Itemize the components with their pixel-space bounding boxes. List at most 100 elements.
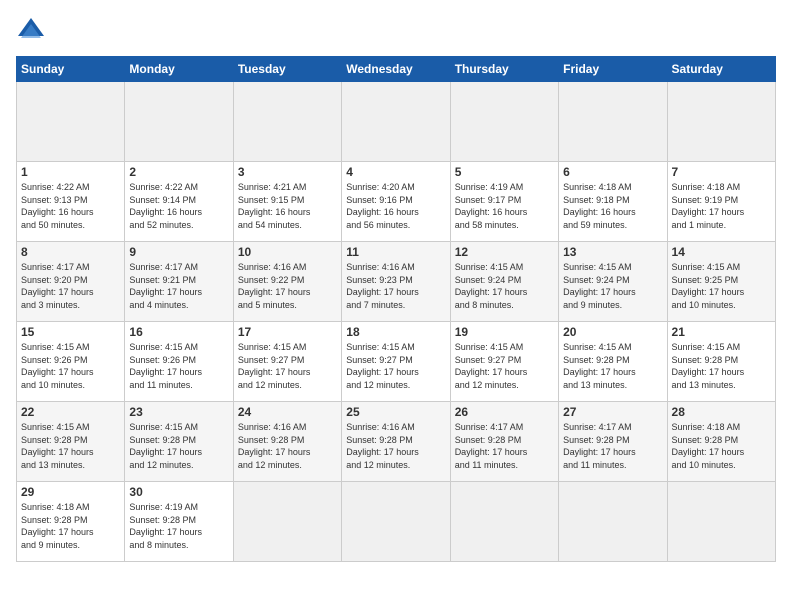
table-row [667,82,775,162]
day-info: Sunrise: 4:15 AM Sunset: 9:28 PM Dayligh… [563,341,662,391]
day-info: Sunrise: 4:17 AM Sunset: 9:21 PM Dayligh… [129,261,228,311]
day-number: 17 [238,325,337,339]
table-row: 19 Sunrise: 4:15 AM Sunset: 9:27 PM Dayli… [450,322,558,402]
day-info: Sunrise: 4:21 AM Sunset: 9:15 PM Dayligh… [238,181,337,231]
day-number: 4 [346,165,445,179]
logo-icon [16,16,46,46]
table-row: 6Sunrise: 4:18 AM Sunset: 9:18 PM Daylig… [559,162,667,242]
day-number: 6 [563,165,662,179]
table-row: 17 Sunrise: 4:15 AM Sunset: 9:27 PM Dayli… [233,322,341,402]
day-number: 29 [21,485,120,499]
day-info: Sunrise: 4:19 AM Sunset: 9:28 PM Dayligh… [129,501,228,551]
day-info: Sunrise: 4:15 AM Sunset: 9:27 PM Dayligh… [238,341,337,391]
day-number: 2 [129,165,228,179]
table-row [450,82,558,162]
calendar-header-row: Sunday Monday Tuesday Wednesday Thursday… [17,57,776,82]
calendar-week-row: 22 Sunrise: 4:15 AM Sunset: 9:28 PM Dayli… [17,402,776,482]
col-tuesday: Tuesday [233,57,341,82]
day-number: 26 [455,405,554,419]
table-row: 2 Sunrise: 4:22 AM Sunset: 9:14 PM Daylig… [125,162,233,242]
table-row: 18 Sunrise: 4:15 AM Sunset: 9:27 PM Dayli… [342,322,450,402]
table-row: 3 Sunrise: 4:21 AM Sunset: 9:15 PM Daylig… [233,162,341,242]
calendar-week-row: 29 Sunrise: 4:18 AM Sunset: 9:28 PM Dayli… [17,482,776,562]
header [16,16,776,46]
day-info: Sunrise: 4:15 AM Sunset: 9:27 PM Dayligh… [455,341,554,391]
day-info: Sunrise: 4:15 AM Sunset: 9:28 PM Dayligh… [672,341,771,391]
table-row [342,82,450,162]
day-number: 19 [455,325,554,339]
calendar-week-row: 1Sunrise: 4:22 AM Sunset: 9:13 PM Daylig… [17,162,776,242]
day-info: Sunrise: 4:15 AM Sunset: 9:24 PM Dayligh… [455,261,554,311]
day-number: 5 [455,165,554,179]
day-info: Sunrise: 4:18 AM Sunset: 9:28 PM Dayligh… [21,501,120,551]
table-row: 22 Sunrise: 4:15 AM Sunset: 9:28 PM Dayli… [17,402,125,482]
day-number: 14 [672,245,771,259]
table-row: 16 Sunrise: 4:15 AM Sunset: 9:26 PM Dayli… [125,322,233,402]
day-info: Sunrise: 4:22 AM Sunset: 9:13 PM Dayligh… [21,181,120,231]
day-number: 25 [346,405,445,419]
col-saturday: Saturday [667,57,775,82]
table-row: 27 Sunrise: 4:17 AM Sunset: 9:28 PM Dayli… [559,402,667,482]
table-row: 20 Sunrise: 4:15 AM Sunset: 9:28 PM Dayli… [559,322,667,402]
day-number: 28 [672,405,771,419]
table-row: 25 Sunrise: 4:16 AM Sunset: 9:28 PM Dayli… [342,402,450,482]
col-wednesday: Wednesday [342,57,450,82]
day-number: 22 [21,405,120,419]
table-row [233,482,341,562]
table-row [559,82,667,162]
day-info: Sunrise: 4:18 AM Sunset: 9:19 PM Dayligh… [672,181,771,231]
table-row: 13Sunrise: 4:15 AM Sunset: 9:24 PM Dayli… [559,242,667,322]
day-info: Sunrise: 4:15 AM Sunset: 9:27 PM Dayligh… [346,341,445,391]
col-friday: Friday [559,57,667,82]
table-row [450,482,558,562]
day-number: 3 [238,165,337,179]
day-info: Sunrise: 4:15 AM Sunset: 9:24 PM Dayligh… [563,261,662,311]
day-number: 10 [238,245,337,259]
table-row: 26 Sunrise: 4:17 AM Sunset: 9:28 PM Dayli… [450,402,558,482]
col-sunday: Sunday [17,57,125,82]
col-thursday: Thursday [450,57,558,82]
table-row: 14Sunrise: 4:15 AM Sunset: 9:25 PM Dayli… [667,242,775,322]
calendar-table: Sunday Monday Tuesday Wednesday Thursday… [16,56,776,562]
day-number: 12 [455,245,554,259]
day-info: Sunrise: 4:15 AM Sunset: 9:28 PM Dayligh… [129,421,228,471]
day-number: 15 [21,325,120,339]
day-info: Sunrise: 4:15 AM Sunset: 9:26 PM Dayligh… [21,341,120,391]
day-number: 16 [129,325,228,339]
table-row: 15 Sunrise: 4:15 AM Sunset: 9:26 PM Dayli… [17,322,125,402]
day-info: Sunrise: 4:16 AM Sunset: 9:28 PM Dayligh… [346,421,445,471]
day-info: Sunrise: 4:17 AM Sunset: 9:28 PM Dayligh… [455,421,554,471]
day-info: Sunrise: 4:17 AM Sunset: 9:28 PM Dayligh… [563,421,662,471]
table-row: 11 Sunrise: 4:16 AM Sunset: 9:23 PM Dayli… [342,242,450,322]
day-number: 18 [346,325,445,339]
table-row: 7 Sunrise: 4:18 AM Sunset: 9:19 PM Daylig… [667,162,775,242]
table-row: 12 Sunrise: 4:15 AM Sunset: 9:24 PM Dayli… [450,242,558,322]
day-number: 27 [563,405,662,419]
day-number: 24 [238,405,337,419]
table-row: 9Sunrise: 4:17 AM Sunset: 9:21 PM Daylig… [125,242,233,322]
day-info: Sunrise: 4:16 AM Sunset: 9:23 PM Dayligh… [346,261,445,311]
table-row: 30Sunrise: 4:19 AM Sunset: 9:28 PM Dayli… [125,482,233,562]
day-info: Sunrise: 4:15 AM Sunset: 9:28 PM Dayligh… [21,421,120,471]
table-row: 24Sunrise: 4:16 AM Sunset: 9:28 PM Dayli… [233,402,341,482]
day-number: 20 [563,325,662,339]
day-info: Sunrise: 4:16 AM Sunset: 9:22 PM Dayligh… [238,261,337,311]
day-info: Sunrise: 4:17 AM Sunset: 9:20 PM Dayligh… [21,261,120,311]
day-info: Sunrise: 4:15 AM Sunset: 9:26 PM Dayligh… [129,341,228,391]
calendar-page: Sunday Monday Tuesday Wednesday Thursday… [0,0,792,612]
table-row: 8 Sunrise: 4:17 AM Sunset: 9:20 PM Daylig… [17,242,125,322]
table-row: 5Sunrise: 4:19 AM Sunset: 9:17 PM Daylig… [450,162,558,242]
day-number: 11 [346,245,445,259]
col-monday: Monday [125,57,233,82]
table-row: 21Sunrise: 4:15 AM Sunset: 9:28 PM Dayli… [667,322,775,402]
table-row: 10 Sunrise: 4:16 AM Sunset: 9:22 PM Dayli… [233,242,341,322]
day-number: 23 [129,405,228,419]
day-number: 8 [21,245,120,259]
table-row: 23 Sunrise: 4:15 AM Sunset: 9:28 PM Dayli… [125,402,233,482]
day-info: Sunrise: 4:20 AM Sunset: 9:16 PM Dayligh… [346,181,445,231]
day-info: Sunrise: 4:22 AM Sunset: 9:14 PM Dayligh… [129,181,228,231]
table-row [233,82,341,162]
day-number: 7 [672,165,771,179]
table-row [559,482,667,562]
table-row: 29 Sunrise: 4:18 AM Sunset: 9:28 PM Dayli… [17,482,125,562]
